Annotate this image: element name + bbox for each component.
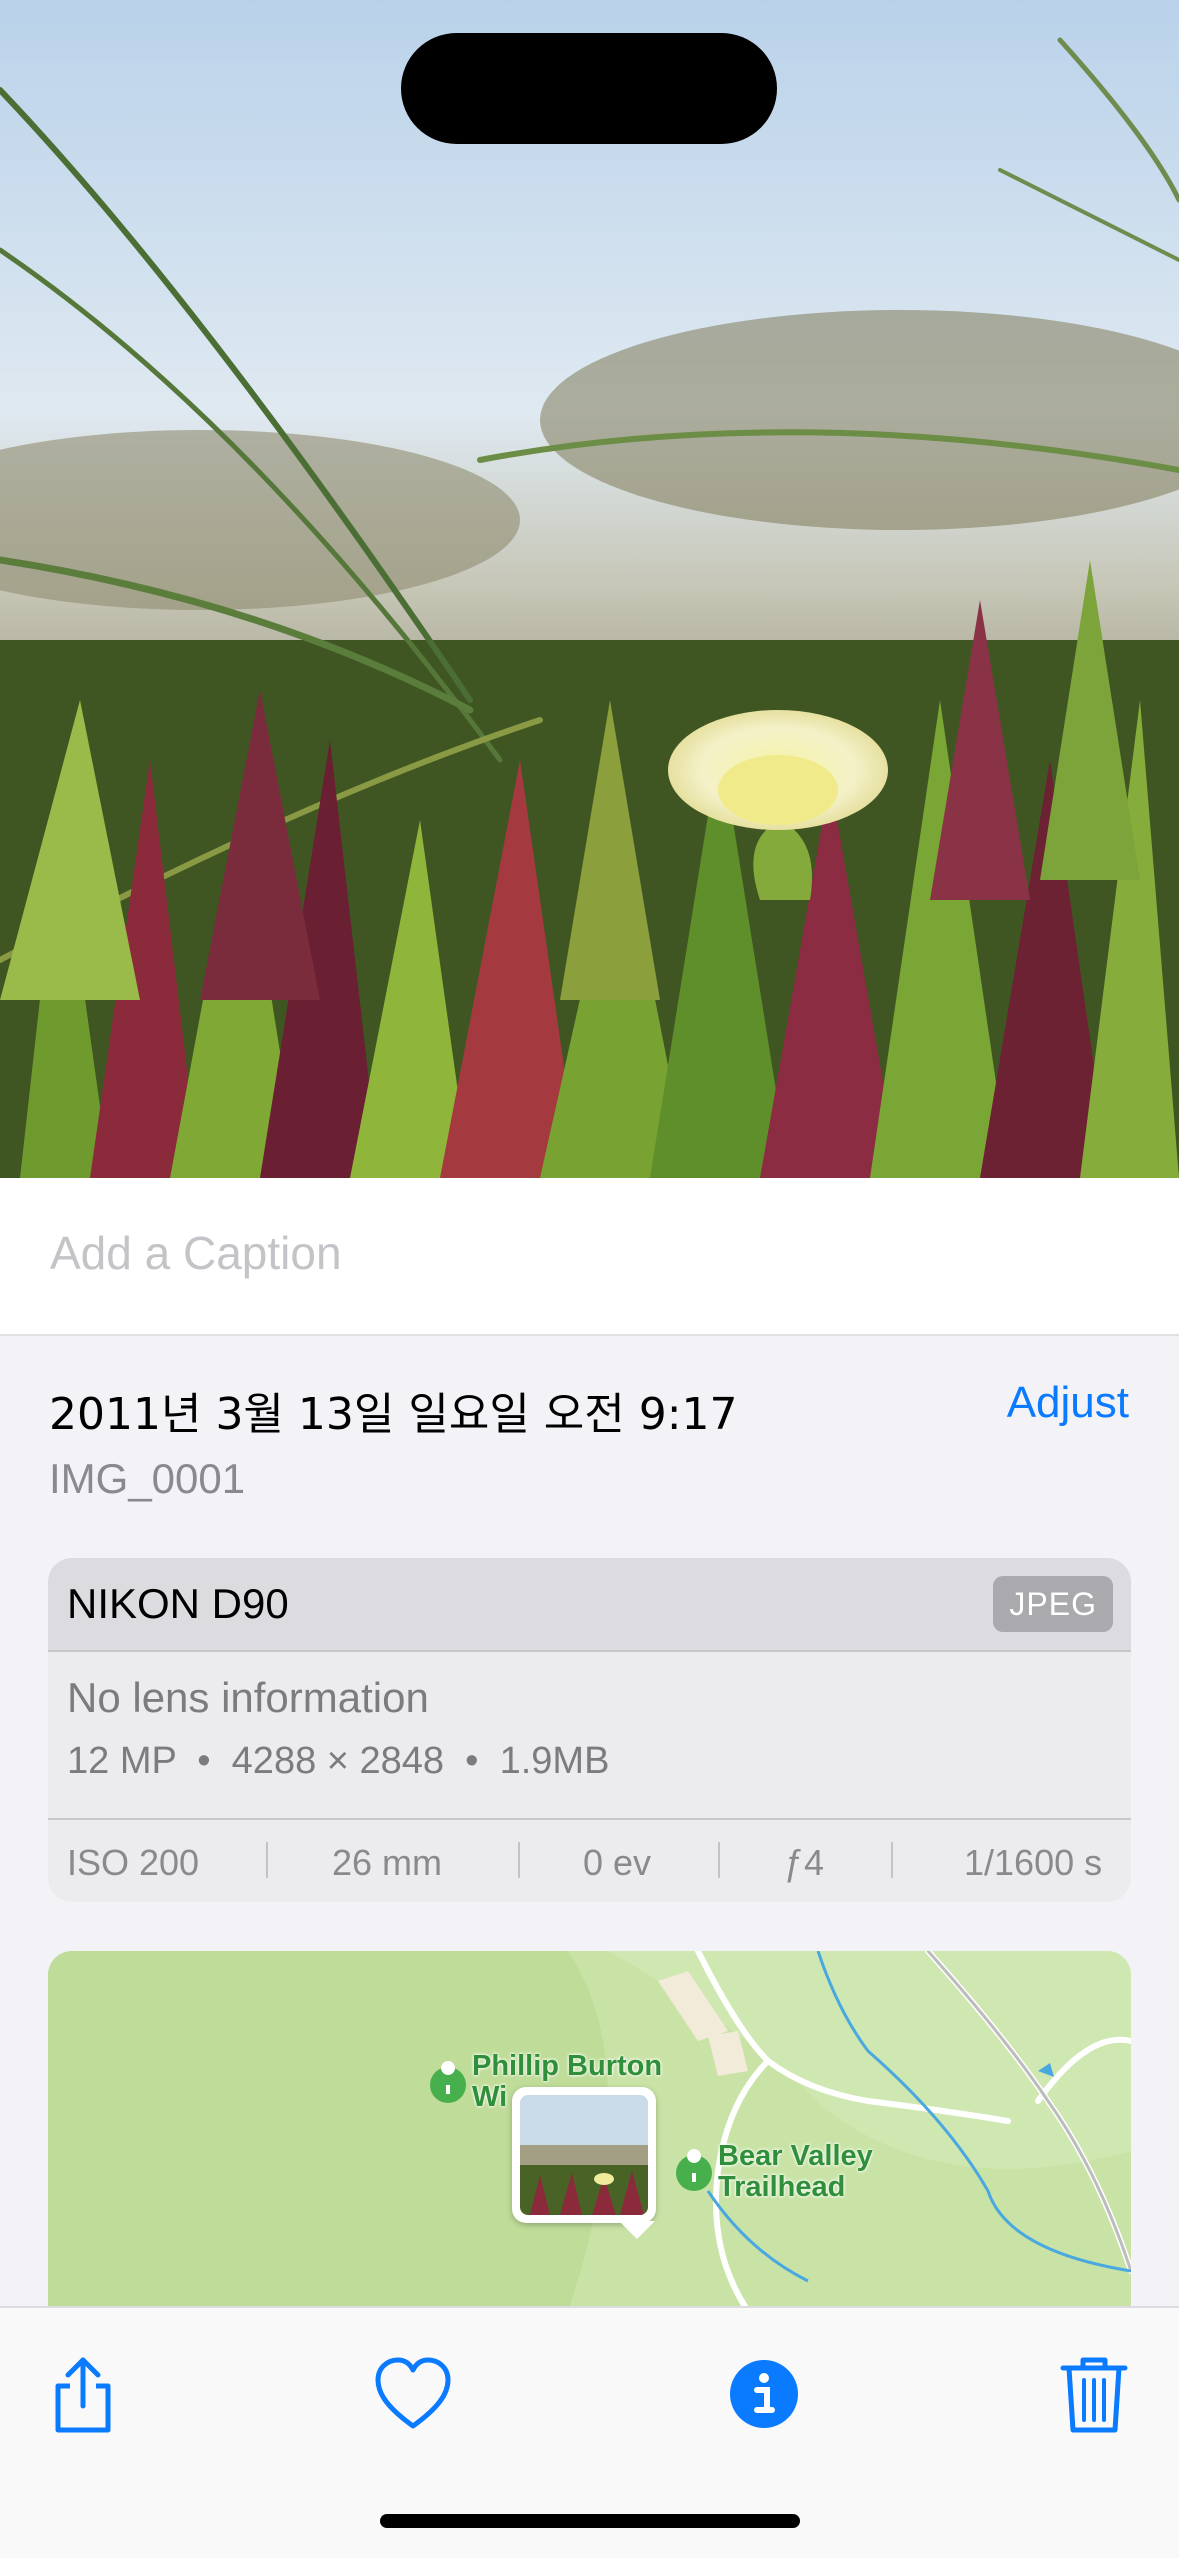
file-name: IMG_0001 [49, 1455, 246, 1502]
aperture-value: ƒ4 [784, 1842, 825, 1883]
map-label-trailhead: Bear Valley Trailhead [718, 2141, 873, 2203]
photo-thumbnail [520, 2095, 648, 2215]
trash-icon[interactable] [1049, 2348, 1139, 2438]
photo-image [0, 0, 1179, 1178]
home-indicator[interactable] [380, 2514, 800, 2528]
map-label-park-line1: Phillip Burton [472, 2050, 663, 2082]
metadata-card: NIKON D90 JPEG No lens information 12 MP… [48, 1558, 1131, 1902]
dynamic-island [401, 33, 777, 144]
caption-input[interactable] [50, 1218, 1130, 1288]
divider [266, 1842, 268, 1878]
focal-length-value: 26 mm [332, 1842, 443, 1883]
shutter-speed-value: 1/1600 s [964, 1842, 1103, 1883]
camera-model: NIKON D90 [67, 1580, 289, 1627]
metadata-header: NIKON D90 JPEG [48, 1558, 1131, 1652]
info-icon[interactable] [719, 2348, 809, 2438]
divider [718, 1842, 720, 1878]
map-label-trailhead-line1: Bear Valley [718, 2140, 873, 2172]
heart-icon[interactable] [368, 2348, 458, 2438]
exposure-value: 0 ev [583, 1842, 652, 1883]
iso-value: ISO 200 [67, 1842, 200, 1883]
photo-date: 2011년 3월 13일 일요일 오전 9:17 [49, 1389, 738, 1440]
adjust-button[interactable]: Adjust [1007, 1378, 1129, 1428]
exposure-stats: ISO 200 26 mm 0 ev ƒ4 1/1600 s [48, 1820, 1131, 1902]
divider [518, 1842, 520, 1878]
image-specs: 12 MP • 4288 × 2848 • 1.9MB [67, 1740, 610, 1782]
photo-view[interactable] [0, 0, 1179, 1178]
metadata-body: No lens information 12 MP • 4288 × 2848 … [48, 1652, 1131, 1820]
caption-section [0, 1178, 1179, 1336]
map-pin-tail [619, 2221, 655, 2239]
share-icon[interactable] [38, 2348, 128, 2438]
location-map[interactable]: Phillip Burton Wi Bear Valley Trailhead [48, 1951, 1131, 2311]
format-badge: JPEG [993, 1576, 1113, 1632]
map-label-trailhead-line2: Trailhead [718, 2171, 846, 2203]
divider [891, 1842, 893, 1878]
lens-info: No lens information [67, 1674, 429, 1721]
map-photo-pin[interactable] [512, 2087, 656, 2223]
